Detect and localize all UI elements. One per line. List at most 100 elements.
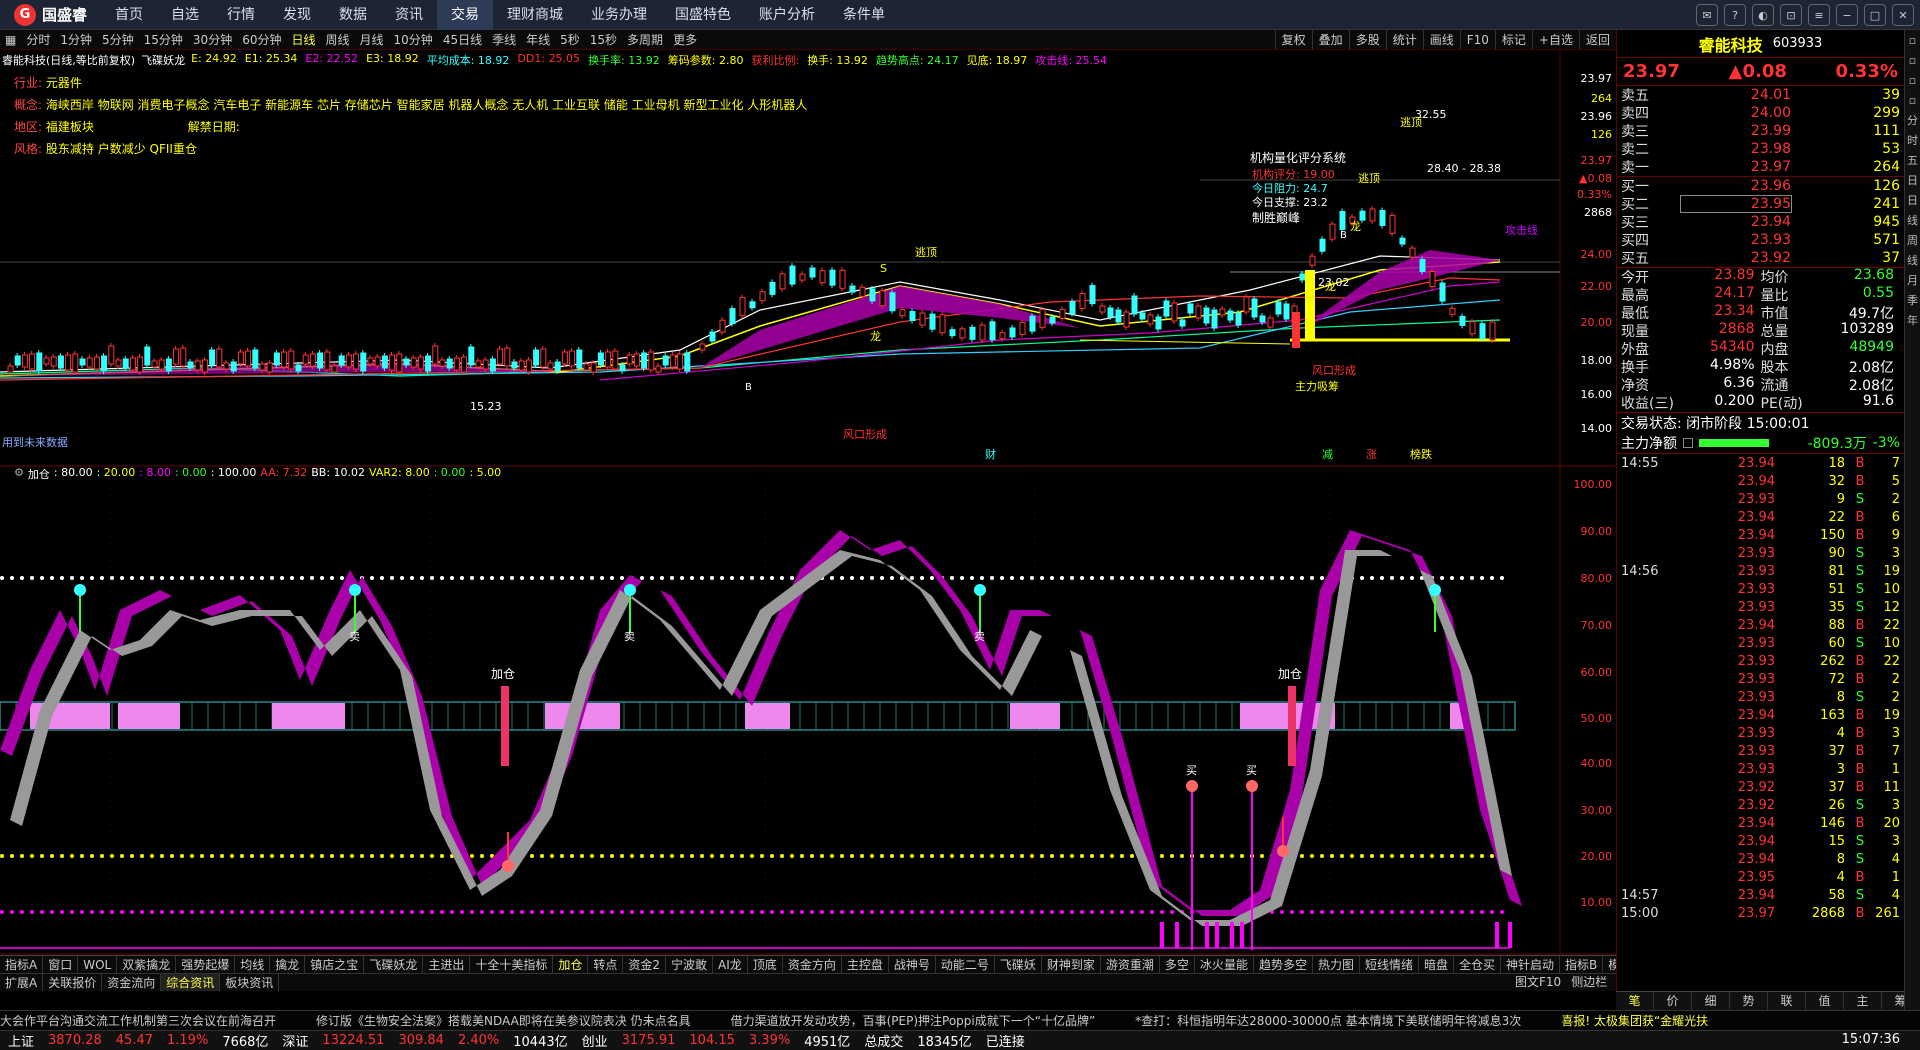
quote-tab-4[interactable]: 联 (1768, 992, 1806, 1010)
ind-tab-5[interactable]: 均线 (235, 956, 271, 973)
menu-item-7[interactable]: 理财商城 (493, 0, 577, 30)
ind-tab-30[interactable]: 全仓买 (1454, 956, 1502, 973)
list-icon[interactable]: ▫ (1909, 74, 1916, 88)
ind-tab-24[interactable]: 多空 (1160, 956, 1195, 973)
chart-area[interactable]: 23.97 264 23.96 126 23.97 ▲0.08 0.33% 2868 24.00… (0, 50, 1616, 971)
period-7[interactable]: 周线 (321, 31, 355, 48)
ind-tab-4[interactable]: 强势起爆 (176, 956, 236, 973)
news-item[interactable]: 修订版《生物安全法案》搭载美NDAA即将在美参议院表决 仍未点名具 (316, 1012, 691, 1029)
menu-item-4[interactable]: 数据 (325, 0, 381, 30)
maximize-icon[interactable]: □ (1864, 4, 1886, 26)
message-icon[interactable]: ✉ (1696, 4, 1718, 26)
period-8[interactable]: 月线 (355, 31, 389, 48)
period-5[interactable]: 60分钟 (237, 31, 286, 48)
bid-row[interactable]: 买二 23.95 241 (1617, 195, 1904, 213)
bottom-tab-0[interactable]: 扩展A (0, 974, 44, 991)
menu-item-0[interactable]: 首页 (101, 0, 157, 30)
sidebar-item-4[interactable]: 日 (1907, 194, 1918, 208)
ind-tab-1[interactable]: 窗口 (43, 956, 79, 973)
period-3[interactable]: 15分钟 (139, 31, 188, 48)
ind-tab-8[interactable]: 飞碟妖龙 (364, 956, 424, 973)
ind-tab-22[interactable]: 财神到家 (1042, 956, 1101, 973)
sidebar-item-3[interactable]: 日 (1907, 174, 1918, 188)
chart-tool-2[interactable]: 多股 (1348, 30, 1386, 50)
up-arrow-icon[interactable]: ▫ (1909, 34, 1916, 48)
period-6[interactable]: 日线 (286, 31, 320, 48)
help-icon[interactable]: ? (1724, 4, 1746, 26)
ind-tab-31[interactable]: 神针启动 (1501, 956, 1561, 973)
chart-icon[interactable]: ▫ (1909, 94, 1916, 108)
bottom-tab-right-0[interactable]: 图文F10 (1510, 973, 1566, 991)
menu-item-1[interactable]: 自选 (157, 0, 213, 30)
ind-tab-6[interactable]: 擒龙 (270, 956, 306, 973)
sidebar-item-6[interactable]: 周 (1907, 234, 1918, 248)
period-9[interactable]: 10分钟 (389, 31, 438, 48)
chart-tool-1[interactable]: 叠加 (1311, 30, 1349, 50)
ind-tab-12[interactable]: 转点 (588, 956, 624, 973)
kline-chart[interactable]: 23.97 264 23.96 126 23.97 ▲0.08 0.33% 2868 24.00… (0, 50, 1616, 971)
menu-item-5[interactable]: 资讯 (381, 0, 437, 30)
ind-tab-14[interactable]: 宁波敢 (666, 956, 714, 973)
tick-list[interactable]: 14:55 23.94 18 B 7 23.94 32 B 5 23.93 9 S 2 23.94 22 B 6… (1617, 454, 1904, 922)
close-icon[interactable]: ✕ (1892, 4, 1914, 26)
period-4[interactable]: 30分钟 (188, 31, 237, 48)
bid-row[interactable]: 买一 23.96 126 (1617, 177, 1904, 195)
period-0[interactable]: 分时 (21, 31, 55, 48)
ind-tab-26[interactable]: 趋势多空 (1254, 956, 1313, 973)
period-11[interactable]: 季线 (487, 31, 521, 48)
ask-row[interactable]: 卖三 23.99 111 (1617, 122, 1904, 140)
ind-tab-20[interactable]: 动能二号 (936, 956, 995, 973)
menu-item-6[interactable]: 交易 (437, 0, 494, 30)
ind-tab-7[interactable]: 镇店之宝 (305, 956, 365, 973)
quote-tab-5[interactable]: 值 (1806, 992, 1844, 1010)
ind-tab-29[interactable]: 暗盘 (1419, 956, 1455, 973)
ind-tab-32[interactable]: 指标B (1560, 956, 1604, 973)
quote-tab-6[interactable]: 主 (1844, 992, 1882, 1010)
menu-item-3[interactable]: 发现 (269, 0, 325, 30)
ind-tab-28[interactable]: 短线情绪 (1360, 956, 1419, 973)
news-item[interactable]: 大会作平台沟通交流工作机制第三次会议在前海召开 (0, 1012, 276, 1029)
news-item[interactable]: 借力渠道放开发动攻势，百事(PEP)押注Poppi成就下一个“十亿品牌” (731, 1012, 1096, 1029)
bid-row[interactable]: 买四 23.93 571 (1617, 231, 1904, 249)
ind-tab-13[interactable]: 资金2 (623, 956, 667, 973)
bottom-tab-3[interactable]: 综合资讯 (161, 974, 221, 991)
period-menu-icon[interactable]: ▦ (0, 33, 21, 47)
period-14[interactable]: 15秒 (585, 31, 622, 48)
grid-icon[interactable]: ▫ (1909, 54, 1916, 68)
skin-icon[interactable]: ◐ (1752, 4, 1774, 26)
period-13[interactable]: 5秒 (555, 31, 585, 48)
ind-tab-9[interactable]: 主进出 (423, 956, 471, 973)
news-item[interactable]: 喜报! 太极集团获“金耀光扶 (1561, 1012, 1708, 1029)
ind-settings-icon[interactable]: ⚙ (14, 466, 24, 482)
minimize-icon[interactable]: − (1836, 4, 1858, 26)
chart-tool-5[interactable]: F10 (1459, 30, 1495, 50)
bottom-tab-2[interactable]: 资金流向 (102, 974, 162, 991)
sidebar-item-8[interactable]: 月 (1907, 274, 1918, 288)
ind-tab-3[interactable]: 双紫擒龙 (117, 956, 177, 973)
chart-tool-4[interactable]: 画线 (1422, 30, 1460, 50)
ind-tab-21[interactable]: 飞碟妖 (995, 956, 1042, 973)
period-10[interactable]: 45日线 (438, 31, 487, 48)
ind-tab-18[interactable]: 主控盘 (842, 956, 889, 973)
ind-tab-16[interactable]: 顶底 (748, 956, 783, 973)
quote-tab-2[interactable]: 细 (1692, 992, 1730, 1010)
period-2[interactable]: 5分钟 (97, 31, 139, 48)
ind-tab-0[interactable]: 指标A (0, 956, 44, 973)
menu-item-11[interactable]: 条件单 (829, 0, 899, 30)
quote-tab-1[interactable]: 价 (1654, 992, 1692, 1010)
ind-tab-11[interactable]: 加仓 (553, 956, 589, 973)
chart-tool-3[interactable]: 统计 (1385, 30, 1423, 50)
ind-tab-10[interactable]: 十全十美指标 (470, 956, 554, 973)
chart-tool-6[interactable]: 标记 (1494, 30, 1532, 50)
period-16[interactable]: 更多 (668, 31, 702, 48)
menu-item-9[interactable]: 国盛特色 (661, 0, 745, 30)
news-item[interactable]: *查打：科恒指明年达28000-30000点 基本情境下美联储明年将减息3次 (1135, 1012, 1521, 1029)
chart-tool-8[interactable]: 返回 (1578, 30, 1616, 50)
ind-tab-27[interactable]: 热力图 (1313, 956, 1360, 973)
app-logo[interactable]: G 国盛睿 (0, 3, 101, 26)
quote-tab-0[interactable]: 笔 (1616, 992, 1654, 1010)
ind-tab-33[interactable]: 模板 (1603, 956, 1616, 973)
news-ticker[interactable]: 大会作平台沟通交流工作机制第三次会议在前海召开 修订版《生物安全法案》搭载美NDA… (0, 1010, 1920, 1030)
menu-icon[interactable]: ≡ (1808, 4, 1830, 26)
sidebar-item-7[interactable]: 线 (1907, 254, 1918, 268)
